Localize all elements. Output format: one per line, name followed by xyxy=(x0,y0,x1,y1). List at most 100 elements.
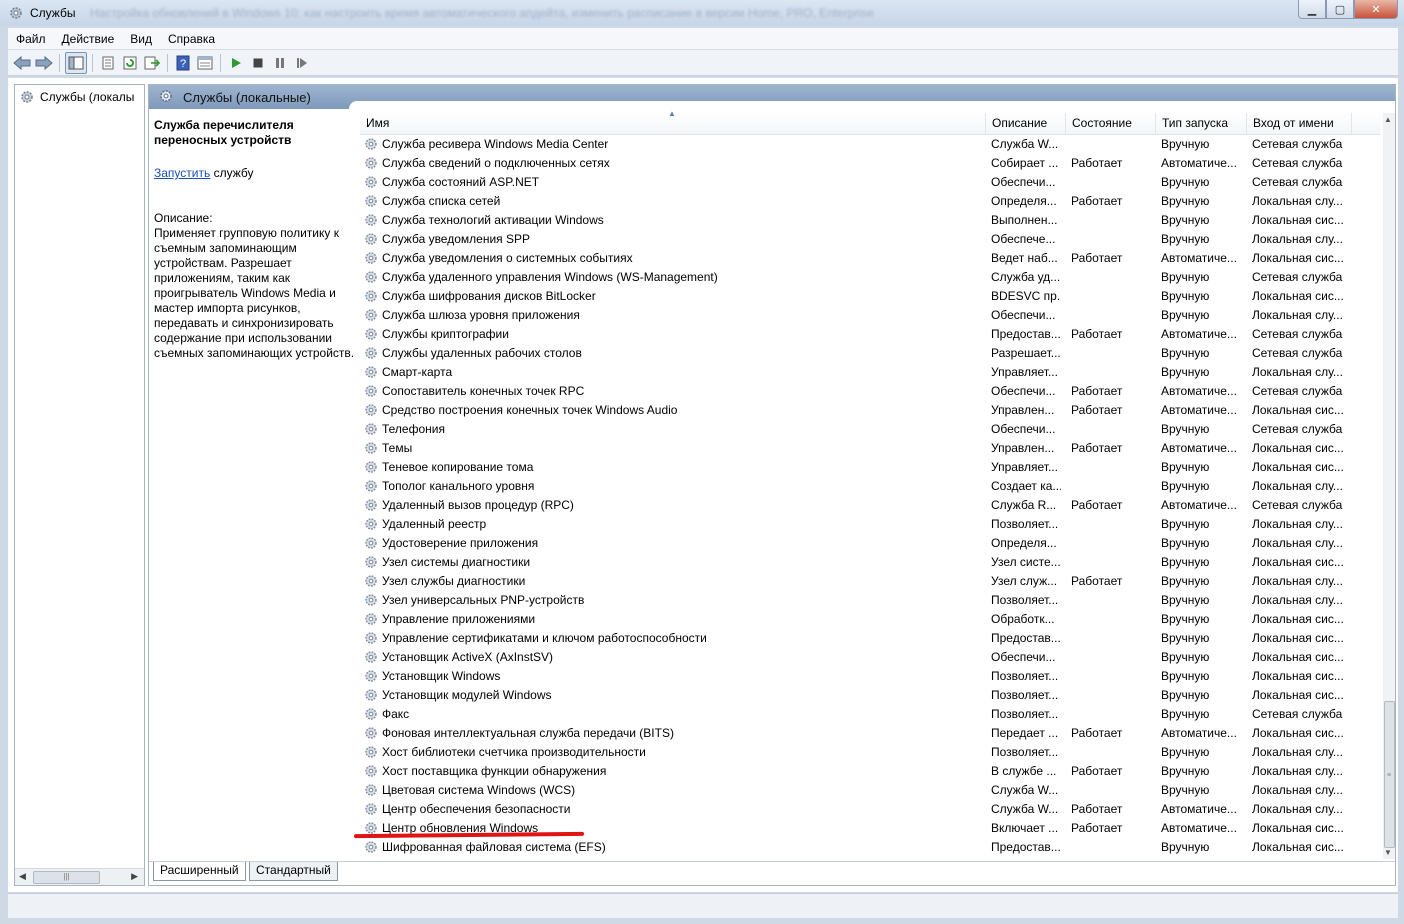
service-state xyxy=(1071,838,1151,857)
service-row[interactable]: Служба состояний ASP.NET Обеспечи... Вручн… xyxy=(360,173,1380,192)
service-row[interactable]: Узел универсальных PNP-устройств Позволяе… xyxy=(360,591,1380,610)
service-row[interactable]: Узел службы диагностики Узел служ... Работ… xyxy=(360,572,1380,591)
service-row[interactable]: Сопоставитель конечных точек RPC Обеспечи… xyxy=(360,382,1380,401)
service-state xyxy=(1071,534,1151,553)
service-row[interactable]: Служба удаленного управления Windows (WS… xyxy=(360,268,1380,287)
view-button[interactable] xyxy=(195,53,215,73)
service-row[interactable]: Шифрованная файловая система (EFS) Предос… xyxy=(360,838,1380,857)
column-header-description[interactable]: Описание xyxy=(986,113,1066,134)
service-description: Обеспечи... xyxy=(991,308,1056,322)
service-row[interactable]: Службы криптографии Предостав... Работает А… xyxy=(360,325,1380,344)
service-row[interactable]: Удаленный реестр Позволяет... Вручную Локал… xyxy=(360,515,1380,534)
service-row[interactable]: Цветовая система Windows (WCS) Служба W..… xyxy=(360,781,1380,800)
service-gear-icon xyxy=(365,632,377,644)
service-row[interactable]: Служба сведений о подключенных сетях Соби… xyxy=(360,154,1380,173)
service-row[interactable]: Служба уведомления о системных событиях В… xyxy=(360,249,1380,268)
start-service-link[interactable]: Запустить xyxy=(154,166,210,180)
scroll-down-icon[interactable]: ▼ xyxy=(1384,848,1392,857)
list-vertical-scrollbar[interactable]: ▲ ≡ ▼ xyxy=(1383,113,1395,859)
service-startup-type: Автоматиче... xyxy=(1161,726,1237,740)
show-hide-tree-button[interactable] xyxy=(65,51,87,74)
service-logon-as: Сетевая служба xyxy=(1252,270,1343,284)
menu-file[interactable]: Файл xyxy=(8,32,54,46)
service-row[interactable]: Управление сертификатами и ключом работо… xyxy=(360,629,1380,648)
service-row[interactable]: Средство построения конечных точек Windo… xyxy=(360,401,1380,420)
refresh-button[interactable] xyxy=(120,53,140,73)
service-gear-icon xyxy=(365,252,377,264)
service-row[interactable]: Фоновая интеллектуальная служба передачи… xyxy=(360,724,1380,743)
service-row[interactable]: Служба списка сетей Определя... Работает Вр… xyxy=(360,192,1380,211)
start-service-button[interactable] xyxy=(226,53,246,73)
service-logon-as: Сетевая служба xyxy=(1252,346,1343,360)
service-gear-icon xyxy=(365,670,377,682)
service-startup-type: Автоматиче... xyxy=(1161,327,1237,341)
service-row[interactable]: Службы удаленных рабочих столов Разрешает… xyxy=(360,344,1380,363)
service-row[interactable]: Тополог канального уровня Создает ка... Вр… xyxy=(360,477,1380,496)
service-description: Служба R... xyxy=(991,498,1057,512)
service-row[interactable]: Установщик Windows Позволяет... Вручную Лок… xyxy=(360,667,1380,686)
column-header-startup[interactable]: Тип запуска xyxy=(1156,113,1247,134)
service-row[interactable]: Служба уведомления SPP Обеспече... Вручную… xyxy=(360,230,1380,249)
service-state: Работает xyxy=(1071,441,1123,455)
service-row[interactable]: Служба шлюза уровня приложения Обеспечи..… xyxy=(360,306,1380,325)
service-row[interactable]: Узел системы диагностики Узел систе... Вру… xyxy=(360,553,1380,572)
scroll-thumb[interactable]: ||| xyxy=(33,871,100,884)
scroll-left-icon[interactable]: ◀ xyxy=(19,871,26,882)
service-row[interactable]: Удостоверение приложения Определя... Вручн… xyxy=(360,534,1380,553)
scroll-thumb[interactable]: ≡ xyxy=(1384,701,1395,848)
service-state: Работает xyxy=(1071,327,1123,341)
service-row[interactable]: Смарт-карта Управляет... Вручную Локальная … xyxy=(360,363,1380,382)
service-state xyxy=(1071,458,1151,477)
service-logon-as: Локальная сис... xyxy=(1252,650,1344,664)
scroll-right-icon[interactable]: ▶ xyxy=(131,871,138,882)
service-row[interactable]: Телефония Обеспечи... Вручную Сетевая служб… xyxy=(360,420,1380,439)
scroll-up-icon[interactable]: ▲ xyxy=(1384,115,1392,124)
menu-action[interactable]: Действие xyxy=(54,32,123,46)
forward-button[interactable] xyxy=(34,53,54,73)
back-button[interactable] xyxy=(12,53,32,73)
service-row[interactable]: Хост поставщика функции обнаружения В слу… xyxy=(360,762,1380,781)
column-header-logon[interactable]: Вход от имени xyxy=(1247,113,1352,134)
service-name: Служба списка сетей xyxy=(382,194,501,208)
tab-standard[interactable]: Стандартный xyxy=(249,862,338,881)
service-row[interactable]: Установщик ActiveX (AxInstSV) Обеспечи...… xyxy=(360,648,1380,667)
tree-horizontal-scrollbar[interactable]: ◀ ||| ▶ xyxy=(15,868,144,885)
service-startup-type: Вручную xyxy=(1161,270,1210,284)
service-row[interactable]: Служба технологий активации Windows Выпол… xyxy=(360,211,1380,230)
restart-service-button[interactable] xyxy=(292,53,312,73)
tree-item-services-local[interactable]: Службы (локалы xyxy=(19,89,134,105)
service-description: Управлен... xyxy=(991,403,1055,417)
minimize-button[interactable]: ▁ xyxy=(1298,0,1326,19)
close-button[interactable]: ✕ xyxy=(1354,0,1398,19)
service-row[interactable]: Центр обеспечения безопасности Служба W..… xyxy=(360,800,1380,819)
service-name: Управление приложениями xyxy=(382,612,536,626)
service-logon-as: Локальная слу... xyxy=(1252,517,1343,531)
properties-button[interactable] xyxy=(98,53,118,73)
service-row[interactable]: Служба шифрования дисков BitLocker BDESVC… xyxy=(360,287,1380,306)
menu-help[interactable]: Справка xyxy=(160,32,223,46)
service-row[interactable]: Теневое копирование тома Управляет... Вруч… xyxy=(360,458,1380,477)
maximize-button[interactable]: ▢ xyxy=(1326,0,1354,19)
service-row[interactable]: Удаленный вызов процедур (RPC) Служба R..… xyxy=(360,496,1380,515)
service-row[interactable]: Установщик модулей Windows Позволяет... Вр… xyxy=(360,686,1380,705)
menu-view[interactable]: Вид xyxy=(122,32,160,46)
service-logon-as: Локальная слу... xyxy=(1252,745,1343,759)
service-state xyxy=(1071,306,1151,325)
stop-service-button[interactable] xyxy=(248,53,268,73)
service-name: Установщик ActiveX (AxInstSV) xyxy=(382,650,554,664)
service-row[interactable]: Служба ресивера Windows Media Center Служ… xyxy=(360,135,1380,154)
service-row[interactable]: Темы Управлен... Работает Автоматиче... Лока… xyxy=(360,439,1380,458)
service-description: Служба W... xyxy=(991,802,1059,816)
service-logon-as: Сетевая служба xyxy=(1252,156,1343,170)
service-row[interactable]: Управление приложениями Обработк... Вручну… xyxy=(360,610,1380,629)
export-button[interactable] xyxy=(142,53,162,73)
service-row[interactable]: Хост библиотеки счетчика производительно… xyxy=(360,743,1380,762)
service-row[interactable]: Факс Позволяет... Вручную Сетевая служба xyxy=(360,705,1380,724)
tab-extended[interactable]: Расширенный xyxy=(153,862,246,881)
service-description: Служба W... xyxy=(991,783,1059,797)
column-header-state[interactable]: Состояние xyxy=(1066,113,1156,134)
service-description: Разрешает... xyxy=(991,346,1061,360)
pause-service-button[interactable] xyxy=(270,53,290,73)
help-button[interactable]: ? xyxy=(173,53,193,73)
service-row[interactable]: Центр обновления Windows Включает ... Рабо… xyxy=(353,819,1380,839)
